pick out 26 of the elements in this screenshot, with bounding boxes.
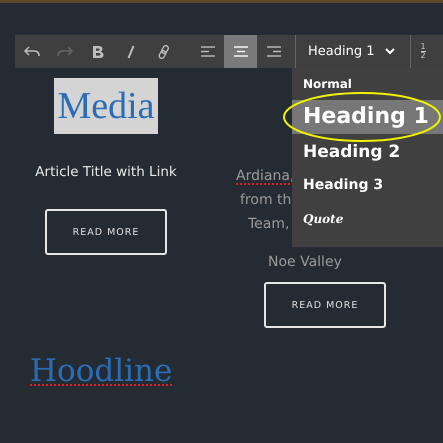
align-right-icon: [266, 46, 280, 57]
undo-icon: [24, 46, 40, 58]
style-dropdown[interactable]: Heading 1: [296, 35, 404, 68]
redo-icon: [56, 46, 72, 58]
read-more-button[interactable]: READ MORE: [264, 282, 386, 328]
italic-icon: [126, 44, 134, 58]
article-text-line: Noe Valley: [268, 253, 342, 272]
align-center-icon: [234, 46, 248, 57]
article-text-line: from th: [240, 191, 292, 210]
align-center-button[interactable]: [224, 35, 257, 68]
hoodline-logo-text: Hoodline: [30, 353, 172, 389]
link-icon: [158, 44, 170, 58]
fraction-button[interactable]: 1 2: [410, 43, 432, 60]
style-menu-item[interactable]: Quote: [292, 200, 443, 238]
align-left-icon: [200, 46, 214, 57]
read-more-button[interactable]: READ MORE: [45, 209, 167, 255]
chevron-icon: [384, 48, 394, 55]
article-text-line: Team,: [248, 215, 290, 234]
media-label: Media: [57, 84, 155, 128]
article-title: Article Title with Link: [35, 164, 177, 180]
style-menu-item[interactable]: Heading 3: [292, 170, 443, 200]
style-menu-item[interactable]: Normal: [292, 68, 443, 100]
bold-icon: [92, 44, 104, 58]
style-menu-item[interactable]: Heading 2: [292, 134, 443, 170]
article-text-line: Ardiana,: [236, 167, 294, 186]
style-menu-item[interactable]: Heading 1: [292, 100, 443, 134]
